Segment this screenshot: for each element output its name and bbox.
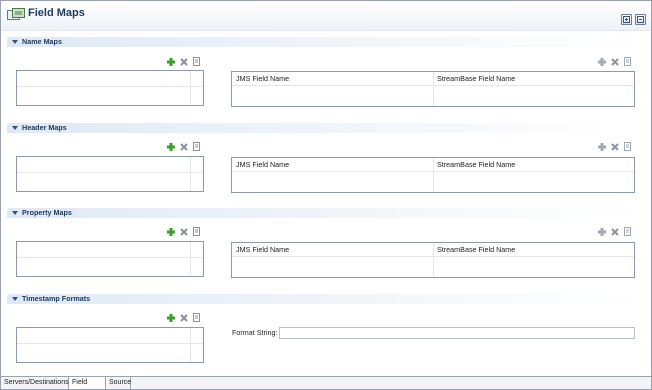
section-property-maps: Property Maps JMS Field Name StreamBase …	[7, 208, 644, 282]
section-header[interactable]: Name Maps	[7, 37, 644, 47]
column-header[interactable]: StreamBase Field Name	[433, 243, 515, 257]
plus-icon[interactable]	[166, 142, 176, 152]
editor-header: Field Maps	[1, 1, 651, 31]
copy-icon[interactable]	[192, 142, 202, 152]
collapse-all-button[interactable]	[635, 14, 646, 25]
property-map-table[interactable]: JMS Field Name StreamBase Field Name	[231, 242, 635, 278]
name-map-table[interactable]: JMS Field Name StreamBase Field Name	[231, 71, 635, 107]
section-title: Name Maps	[22, 37, 62, 46]
format-string-label: Format String:	[232, 328, 278, 337]
format-string-input[interactable]	[279, 327, 635, 339]
editor-tabs: Servers/Destinations Field Maps Source	[1, 376, 651, 389]
copy-icon[interactable]	[623, 57, 633, 67]
chevron-down-icon[interactable]	[12, 210, 18, 216]
copy-icon[interactable]	[192, 227, 202, 237]
x-icon[interactable]	[610, 142, 620, 152]
x-icon[interactable]	[179, 227, 189, 237]
header-list[interactable]	[16, 156, 204, 192]
plus-icon[interactable]	[166, 313, 176, 323]
section-header[interactable]: Timestamp Formats	[7, 294, 644, 304]
column-header[interactable]: StreamBase Field Name	[433, 72, 515, 86]
tab-source[interactable]: Source	[106, 377, 131, 389]
chevron-down-icon[interactable]	[12, 125, 18, 131]
tab-servers-destinations[interactable]: Servers/Destinations	[1, 377, 69, 389]
section-title: Header Maps	[22, 123, 67, 132]
copy-icon[interactable]	[623, 142, 633, 152]
section-header-maps: Header Maps JMS Field Name StreamBase Fi…	[7, 123, 644, 197]
copy-icon[interactable]	[623, 227, 633, 237]
section-header[interactable]: Header Maps	[7, 123, 644, 133]
section-timestamp-formats: Timestamp Formats Format String:	[7, 294, 644, 368]
expand-all-button[interactable]	[621, 14, 632, 25]
header-map-table[interactable]: JMS Field Name StreamBase Field Name	[231, 157, 635, 193]
column-header[interactable]: JMS Field Name	[232, 158, 289, 172]
property-list[interactable]	[16, 241, 204, 277]
section-header[interactable]: Property Maps	[7, 208, 644, 218]
field-maps-icon	[7, 8, 25, 22]
x-icon[interactable]	[179, 142, 189, 152]
plus-icon[interactable]	[166, 57, 176, 67]
page-title: Field Maps	[28, 7, 85, 19]
chevron-down-icon[interactable]	[12, 296, 18, 302]
plus-icon[interactable]	[597, 142, 607, 152]
section-title: Property Maps	[22, 208, 72, 217]
column-header[interactable]: JMS Field Name	[232, 72, 289, 86]
x-icon[interactable]	[610, 57, 620, 67]
copy-icon[interactable]	[192, 313, 202, 323]
chevron-down-icon[interactable]	[12, 39, 18, 45]
column-header[interactable]: StreamBase Field Name	[433, 158, 515, 172]
timestamp-format-list[interactable]	[16, 327, 204, 363]
tab-field-maps[interactable]: Field Maps	[69, 377, 106, 389]
plus-icon[interactable]	[597, 227, 607, 237]
name-list[interactable]	[16, 70, 204, 106]
plus-icon[interactable]	[166, 227, 176, 237]
section-name-maps: Name Maps JMS Field Name StreamBase Fiel…	[7, 37, 644, 111]
copy-icon[interactable]	[192, 57, 202, 67]
section-title: Timestamp Formats	[22, 294, 91, 303]
column-header[interactable]: JMS Field Name	[232, 243, 289, 257]
x-icon[interactable]	[610, 227, 620, 237]
x-icon[interactable]	[179, 57, 189, 67]
plus-icon[interactable]	[597, 57, 607, 67]
x-icon[interactable]	[179, 313, 189, 323]
